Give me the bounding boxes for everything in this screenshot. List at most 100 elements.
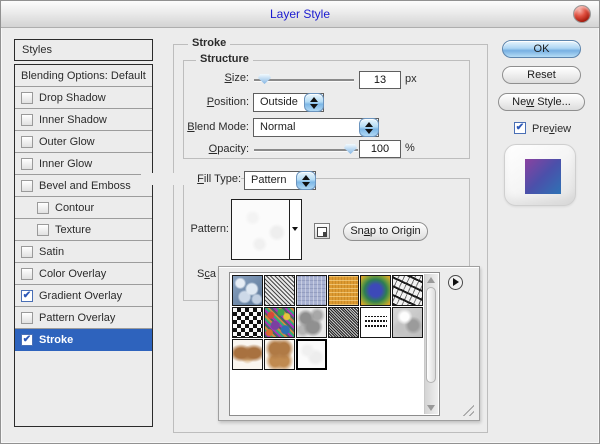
new-preset-icon-corner xyxy=(323,232,327,236)
pattern-picker-scrollbar[interactable] xyxy=(424,274,438,414)
checkbox-icon[interactable] xyxy=(21,312,33,324)
scrollbar-thumb[interactable] xyxy=(426,287,436,383)
picker-menu-button[interactable] xyxy=(448,275,463,290)
pattern-thumbnail-gray-marble[interactable] xyxy=(392,307,423,338)
checkbox-icon[interactable] xyxy=(21,180,33,192)
pattern-thumbnail-blue-weave[interactable] xyxy=(296,275,327,306)
resize-grip-icon[interactable] xyxy=(459,403,474,416)
styles-list-item-gradient-overlay[interactable]: ✔ Gradient Overlay xyxy=(15,285,152,307)
size-label: Size: xyxy=(149,72,249,84)
styles-item-label: Pattern Overlay xyxy=(39,312,115,324)
dialog-title: Layer Style xyxy=(270,7,330,21)
styles-list-item-pattern-overlay[interactable]: Pattern Overlay xyxy=(15,307,152,329)
checkbox-icon[interactable] xyxy=(37,224,49,236)
size-unit: px xyxy=(405,73,417,85)
checkbox-icon[interactable] xyxy=(21,268,33,280)
new-pattern-preset-button[interactable] xyxy=(314,223,330,239)
size-input[interactable]: 13 xyxy=(359,71,401,89)
title-bar[interactable]: Layer Style xyxy=(1,1,599,28)
styles-item-label: Bevel and Emboss xyxy=(39,180,131,192)
styles-list-item-satin[interactable]: Satin xyxy=(15,241,152,263)
pattern-thumbnail-bw-sketch[interactable] xyxy=(392,275,423,306)
reset-button[interactable]: Reset xyxy=(502,66,581,84)
checkbox-icon[interactable] xyxy=(21,92,33,104)
ok-button[interactable]: OK xyxy=(502,40,581,58)
new-style-button[interactable]: New Style... xyxy=(498,93,585,111)
blend-mode-label: Blend Mode: xyxy=(139,121,249,133)
pattern-label: Pattern: xyxy=(129,223,229,235)
pattern-thumbnail-gray-noise[interactable] xyxy=(264,275,295,306)
opacity-slider-track[interactable] xyxy=(254,149,358,152)
styles-item-label: Texture xyxy=(55,224,91,236)
pattern-thumbnail-gray-clouds[interactable] xyxy=(296,307,327,338)
styles-list-item-blending-options-default[interactable]: Blending Options: Default xyxy=(15,65,152,87)
checkbox-icon[interactable]: ✔ xyxy=(21,334,33,346)
styles-item-label: Contour xyxy=(55,202,94,214)
checkbox-icon[interactable] xyxy=(21,136,33,148)
pattern-thumbnail-blue-bubbles[interactable] xyxy=(232,275,263,306)
position-value: Outside xyxy=(260,94,298,111)
styles-list-item-drop-shadow[interactable]: Drop Shadow xyxy=(15,87,152,109)
position-label: Position: xyxy=(149,96,249,108)
styles-list-item-stroke[interactable]: ✔ Stroke xyxy=(15,329,152,351)
styles-list-item-contour[interactable]: Contour xyxy=(15,197,152,219)
style-preview-thumbnail xyxy=(504,144,576,206)
pattern-picker-popup xyxy=(218,266,480,421)
styles-item-label: Inner Glow xyxy=(39,158,92,170)
scale-label: Sca xyxy=(169,268,216,280)
stepper-icon[interactable] xyxy=(359,118,379,137)
styles-item-label: Gradient Overlay xyxy=(39,290,122,302)
pattern-swatch-well[interactable] xyxy=(231,199,302,260)
styles-panel-header: Styles xyxy=(14,39,153,61)
preview-checkbox[interactable]: ✔ xyxy=(514,122,526,134)
pattern-picker-listbox xyxy=(229,272,440,416)
styles-item-label: Outer Glow xyxy=(39,136,95,148)
styles-list-item-inner-glow[interactable]: Inner Glow xyxy=(15,153,152,175)
structure-group-legend: Structure xyxy=(196,53,253,65)
styles-item-label: Drop Shadow xyxy=(39,92,106,104)
opacity-unit: % xyxy=(405,142,415,154)
pattern-thumbnail-grid xyxy=(232,275,424,371)
pattern-thumbnail-rainbow-tie-dye[interactable] xyxy=(360,275,391,306)
opacity-label: Opacity: xyxy=(149,143,249,155)
scroll-down-icon[interactable] xyxy=(427,405,435,411)
pattern-thumbnail-color-mosaic[interactable] xyxy=(264,307,295,338)
gradient-preview-swatch xyxy=(525,159,561,194)
styles-list-item-inner-shadow[interactable]: Inner Shadow xyxy=(15,109,152,131)
pattern-thumbnail-tan-ornament-2[interactable] xyxy=(264,339,295,370)
checkbox-icon[interactable] xyxy=(21,158,33,170)
scroll-up-icon[interactable] xyxy=(427,277,435,283)
styles-item-label: Blending Options: Default xyxy=(21,70,146,82)
position-dropdown[interactable]: Outside xyxy=(253,93,324,112)
pattern-thumbnail-tan-ornament-1[interactable] xyxy=(232,339,263,370)
pattern-dropdown-strip[interactable] xyxy=(289,200,301,259)
layer-style-dialog: Layer Style Styles Blending Options: Def… xyxy=(0,0,600,444)
checkbox-icon[interactable] xyxy=(21,246,33,258)
stepper-icon[interactable] xyxy=(304,93,324,112)
pattern-thumbnail-dense-noise[interactable] xyxy=(328,307,359,338)
styles-panel-header-label: Styles xyxy=(22,44,52,56)
pattern-thumbnail-checkerboard[interactable] xyxy=(232,307,263,338)
close-icon[interactable] xyxy=(573,5,591,23)
styles-item-label: Stroke xyxy=(39,334,73,346)
fill-type-value: Pattern xyxy=(251,172,286,189)
styles-item-label: Color Overlay xyxy=(39,268,106,280)
styles-list-item-color-overlay[interactable]: Color Overlay xyxy=(15,263,152,285)
styles-list-item-bevel-and-emboss[interactable]: Bevel and Emboss xyxy=(15,175,152,197)
stroke-group-legend: Stroke xyxy=(188,37,230,49)
fill-type-dropdown[interactable]: Pattern xyxy=(244,171,316,190)
fill-type-label: Fill Type: xyxy=(141,173,241,185)
dropdown-arrow-icon xyxy=(292,227,298,231)
styles-list-item-outer-glow[interactable]: Outer Glow xyxy=(15,131,152,153)
blend-mode-dropdown[interactable]: Normal xyxy=(253,118,379,137)
stepper-icon[interactable] xyxy=(296,171,316,190)
snap-to-origin-button[interactable]: Snap to Origin xyxy=(343,222,428,241)
checkbox-icon[interactable]: ✔ xyxy=(21,290,33,302)
pattern-thumbnail-white-crumpled[interactable] xyxy=(296,339,327,370)
checkbox-icon[interactable] xyxy=(37,202,49,214)
checkbox-icon[interactable] xyxy=(21,114,33,126)
pattern-thumbnail-glyph-rows[interactable] xyxy=(360,307,391,338)
pattern-thumbnail-orange-fabric[interactable] xyxy=(328,275,359,306)
opacity-input[interactable]: 100 xyxy=(359,140,401,158)
preview-label: Preview xyxy=(532,123,571,135)
